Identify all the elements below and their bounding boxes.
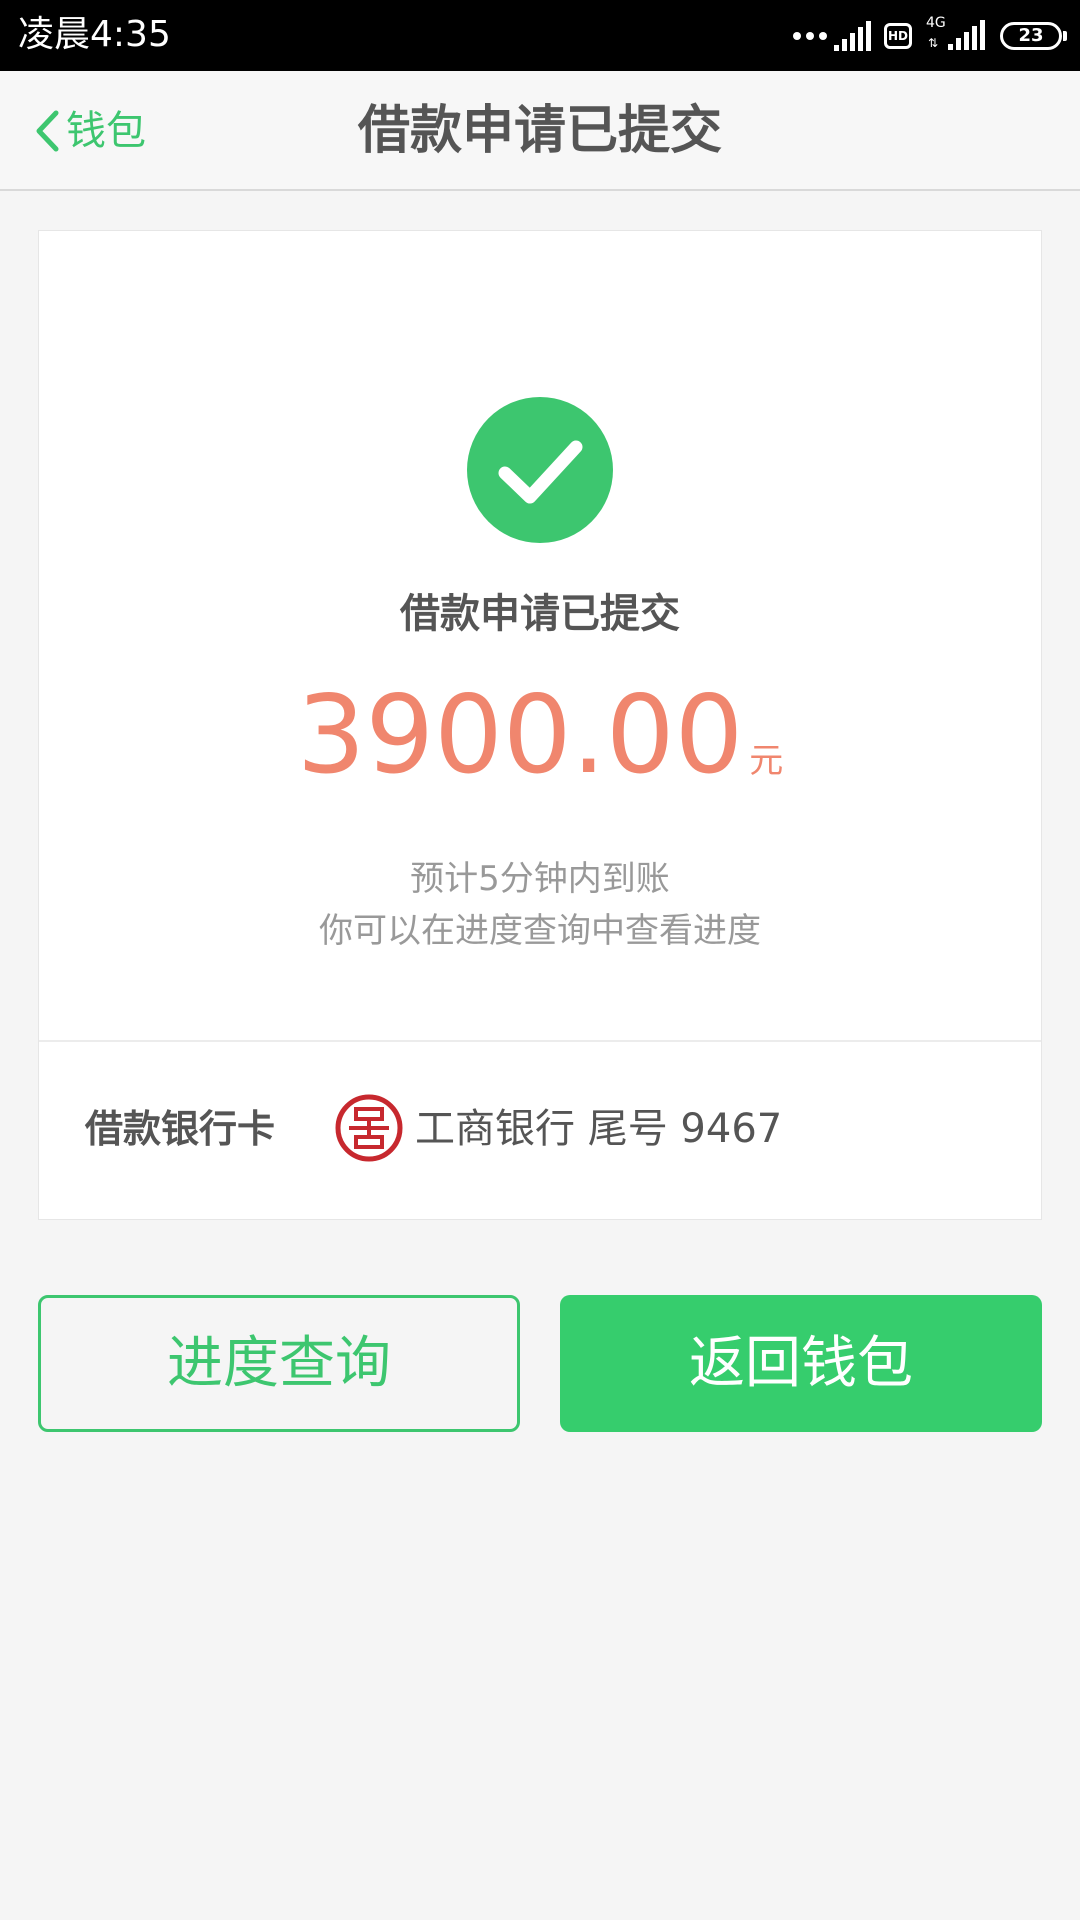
battery-level: 23 (1018, 25, 1044, 46)
nav-bar: 钱包 借款申请已提交 (0, 71, 1080, 191)
amount-row: 3900.00 元 (39, 671, 1041, 801)
battery-icon: 23 (1000, 22, 1067, 50)
bank-card-name: 工商银行 尾号 9467 (415, 1106, 783, 1152)
status-time: 凌晨4:35 (18, 14, 171, 55)
check-circle-icon (467, 397, 613, 543)
bank-card-label: 借款银行卡 (85, 1107, 276, 1151)
loan-amount: 3900.00 (296, 673, 744, 798)
signal-icon (834, 21, 871, 51)
signal-4g-bars-icon (948, 20, 985, 50)
amount-unit: 元 (749, 741, 784, 781)
network-4g-icon: 4G ⇅ (926, 16, 986, 56)
page-title: 借款申请已提交 (357, 101, 722, 161)
more-dots-icon (793, 32, 827, 40)
hd-badge: HD (884, 23, 912, 49)
back-to-wallet-button[interactable]: 返回钱包 (560, 1295, 1042, 1432)
result-title: 借款申请已提交 (400, 591, 680, 637)
data-arrows-icon: ⇅ (928, 36, 939, 50)
status-bar: 凌晨4:35 HD 4G ⇅ 23 (0, 0, 1080, 71)
eta-text: 预计5分钟内到账 (410, 859, 670, 899)
battery-cap (1063, 31, 1067, 41)
network-type-label: 4G (926, 15, 946, 31)
hint-text: 你可以在进度查询中查看进度 (319, 911, 761, 951)
icbc-logo (335, 1094, 403, 1162)
card-divider (39, 1040, 1041, 1042)
result-card: 借款申请已提交 3900.00 元 预计5分钟内到账 你可以在进度查询中查看进度 … (38, 230, 1042, 1220)
status-icons: HD 4G ⇅ 23 (792, 14, 1067, 58)
progress-query-button[interactable]: 进度查询 (38, 1295, 520, 1432)
